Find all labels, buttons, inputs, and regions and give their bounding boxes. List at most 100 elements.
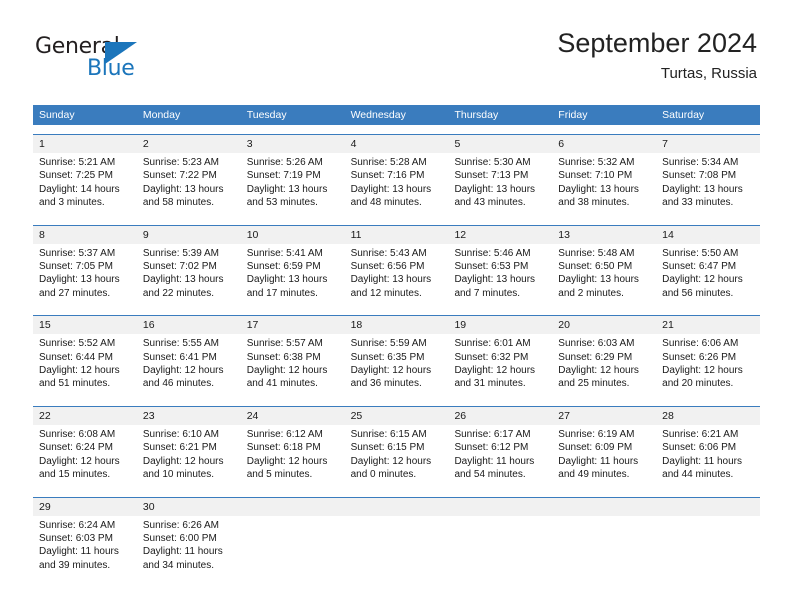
day-number[interactable]: 25 [345, 407, 449, 425]
day-cell[interactable]: Sunrise: 6:17 AM Sunset: 6:12 PM Dayligh… [448, 425, 552, 488]
day-cell[interactable]: Sunrise: 5:41 AM Sunset: 6:59 PM Dayligh… [241, 244, 345, 307]
sunset-text: Sunset: 7:02 PM [142, 261, 217, 273]
day-cell[interactable]: Sunrise: 6:26 AM Sunset: 6:00 PM Dayligh… [137, 516, 241, 579]
brand-logo[interactable]: General Blue [35, 34, 165, 86]
day-cell[interactable]: Sunrise: 5:30 AM Sunset: 7:13 PM Dayligh… [448, 153, 552, 216]
day-number[interactable]: 28 [656, 407, 760, 425]
day-number[interactable]: 17 [241, 316, 345, 334]
daylight-text-line1: Daylight: 13 hours [246, 183, 328, 195]
day-number[interactable]: 21 [656, 316, 760, 334]
day-number[interactable]: 27 [552, 407, 656, 425]
day-number[interactable]: 6 [552, 135, 656, 153]
page-header: General Blue September 2024 Turtas, Russ… [0, 0, 792, 100]
page-title: September 2024 [557, 28, 757, 58]
day-number[interactable]: 24 [241, 407, 345, 425]
daylight-text-line2: and 25 minutes. [558, 378, 630, 390]
day-cell[interactable]: Sunrise: 6:08 AM Sunset: 6:24 PM Dayligh… [33, 425, 137, 488]
day-number[interactable]: 20 [552, 316, 656, 334]
week-daynumber-band: 1 2 3 4 5 6 7 [33, 135, 760, 153]
day-number[interactable]: 18 [345, 316, 449, 334]
day-number[interactable]: 2 [137, 135, 241, 153]
sunset-text: Sunset: 6:00 PM [142, 532, 217, 544]
day-cell[interactable]: Sunrise: 6:10 AM Sunset: 6:21 PM Dayligh… [137, 425, 241, 488]
day-cell[interactable]: Sunrise: 5:39 AM Sunset: 7:02 PM Dayligh… [137, 244, 241, 307]
day-number[interactable]: 23 [137, 407, 241, 425]
sunrise-text: Sunrise: 5:39 AM [142, 247, 220, 259]
week-daynumber-band: 22 23 24 25 26 27 28 [33, 406, 760, 425]
daylight-text-line2: and 51 minutes. [39, 378, 111, 390]
week-detail-band: Sunrise: 5:21 AM Sunset: 7:25 PM Dayligh… [33, 153, 760, 216]
day-number[interactable]: 1 [33, 135, 137, 153]
day-number[interactable]: 8 [33, 226, 137, 244]
week-detail-band: Sunrise: 5:52 AM Sunset: 6:44 PM Dayligh… [33, 334, 760, 397]
daylight-text-line1: Daylight: 11 hours [39, 546, 119, 558]
day-number[interactable]: 10 [241, 226, 345, 244]
day-cell[interactable]: Sunrise: 5:48 AM Sunset: 6:50 PM Dayligh… [552, 244, 656, 307]
day-cell[interactable]: Sunrise: 5:55 AM Sunset: 6:41 PM Dayligh… [137, 334, 241, 397]
day-number[interactable]: 26 [448, 407, 552, 425]
day-number[interactable]: 30 [137, 498, 241, 516]
day-cell[interactable]: Sunrise: 6:19 AM Sunset: 6:09 PM Dayligh… [552, 425, 656, 488]
sunrise-text: Sunrise: 6:06 AM [662, 338, 739, 350]
day-cell[interactable]: Sunrise: 5:34 AM Sunset: 7:08 PM Dayligh… [656, 153, 760, 216]
weekday-header-wednesday: Wednesday [350, 109, 406, 121]
sunrise-text: Sunrise: 5:28 AM [350, 157, 427, 168]
sunrise-text: Sunrise: 5:26 AM [246, 157, 323, 168]
day-number[interactable]: 16 [137, 316, 241, 334]
sunset-text: Sunset: 6:24 PM [39, 442, 113, 454]
day-number[interactable]: 12 [448, 226, 552, 244]
day-cell[interactable]: Sunrise: 6:03 AM Sunset: 6:29 PM Dayligh… [552, 334, 656, 397]
day-cell[interactable]: Sunrise: 6:12 AM Sunset: 6:18 PM Dayligh… [241, 425, 345, 488]
sunset-text: Sunset: 6:26 PM [662, 351, 737, 363]
day-cell[interactable]: Sunrise: 6:24 AM Sunset: 6:03 PM Dayligh… [33, 516, 137, 579]
day-number[interactable]: 11 [345, 226, 449, 244]
day-cell-empty [345, 516, 449, 579]
day-number[interactable]: 19 [448, 316, 552, 334]
day-number[interactable]: 9 [137, 226, 241, 244]
day-number[interactable]: 7 [656, 135, 760, 153]
sunset-text: Sunset: 6:12 PM [454, 442, 529, 454]
daylight-text-line2: and 15 minutes. [39, 469, 111, 481]
sunset-text: Sunset: 6:06 PM [662, 442, 737, 454]
weekday-header-row: Sunday Monday Tuesday Wednesday Thursday… [33, 105, 760, 125]
day-cell[interactable]: Sunrise: 5:26 AM Sunset: 7:19 PM Dayligh… [241, 153, 345, 216]
day-cell-empty [448, 516, 552, 579]
day-cell[interactable]: Sunrise: 5:21 AM Sunset: 7:25 PM Dayligh… [33, 153, 137, 216]
day-cell[interactable]: Sunrise: 6:06 AM Sunset: 6:26 PM Dayligh… [656, 334, 760, 397]
day-number-empty [241, 498, 345, 516]
weekday-header-monday: Monday [142, 109, 181, 121]
day-cell[interactable]: Sunrise: 5:52 AM Sunset: 6:44 PM Dayligh… [33, 334, 137, 397]
day-cell[interactable]: Sunrise: 5:28 AM Sunset: 7:16 PM Dayligh… [345, 153, 449, 216]
day-number[interactable]: 3 [241, 135, 345, 153]
day-cell[interactable]: Sunrise: 5:57 AM Sunset: 6:38 PM Dayligh… [241, 334, 345, 397]
day-number[interactable]: 13 [552, 226, 656, 244]
sunrise-text: Sunrise: 6:17 AM [454, 428, 531, 440]
sunset-text: Sunset: 6:41 PM [142, 351, 217, 363]
day-number[interactable]: 14 [656, 226, 760, 244]
day-cell[interactable]: Sunrise: 5:50 AM Sunset: 6:47 PM Dayligh… [656, 244, 760, 307]
day-number[interactable]: 15 [33, 316, 137, 334]
day-number[interactable]: 22 [33, 407, 137, 425]
day-cell[interactable]: Sunrise: 5:37 AM Sunset: 7:05 PM Dayligh… [33, 244, 137, 307]
day-cell[interactable]: Sunrise: 5:32 AM Sunset: 7:10 PM Dayligh… [552, 153, 656, 216]
daylight-text-line1: Daylight: 12 hours [142, 365, 224, 377]
day-number[interactable]: 4 [345, 135, 449, 153]
day-number[interactable]: 5 [448, 135, 552, 153]
sunrise-text: Sunrise: 6:21 AM [662, 428, 739, 440]
daylight-text-line1: Daylight: 13 hours [454, 183, 536, 195]
day-cell[interactable]: Sunrise: 6:21 AM Sunset: 6:06 PM Dayligh… [656, 425, 760, 488]
daylight-text-line1: Daylight: 12 hours [246, 455, 328, 467]
day-cell[interactable]: Sunrise: 5:43 AM Sunset: 6:56 PM Dayligh… [345, 244, 449, 307]
day-cell[interactable]: Sunrise: 5:59 AM Sunset: 6:35 PM Dayligh… [345, 334, 449, 397]
sunset-text: Sunset: 7:13 PM [454, 170, 529, 182]
sunrise-text: Sunrise: 5:46 AM [454, 247, 531, 259]
day-cell[interactable]: Sunrise: 6:15 AM Sunset: 6:15 PM Dayligh… [345, 425, 449, 488]
day-number[interactable]: 29 [33, 498, 137, 516]
day-cell-empty [552, 516, 656, 579]
sunset-text: Sunset: 7:10 PM [558, 170, 633, 182]
day-cell[interactable]: Sunrise: 5:23 AM Sunset: 7:22 PM Dayligh… [137, 153, 241, 216]
calendar-week-row: 15 16 17 18 19 20 21 Sunrise: 5:52 AM Su… [33, 315, 760, 397]
daylight-text-line1: Daylight: 12 hours [39, 455, 120, 467]
day-cell[interactable]: Sunrise: 5:46 AM Sunset: 6:53 PM Dayligh… [448, 244, 552, 307]
day-cell[interactable]: Sunrise: 6:01 AM Sunset: 6:32 PM Dayligh… [448, 334, 552, 397]
